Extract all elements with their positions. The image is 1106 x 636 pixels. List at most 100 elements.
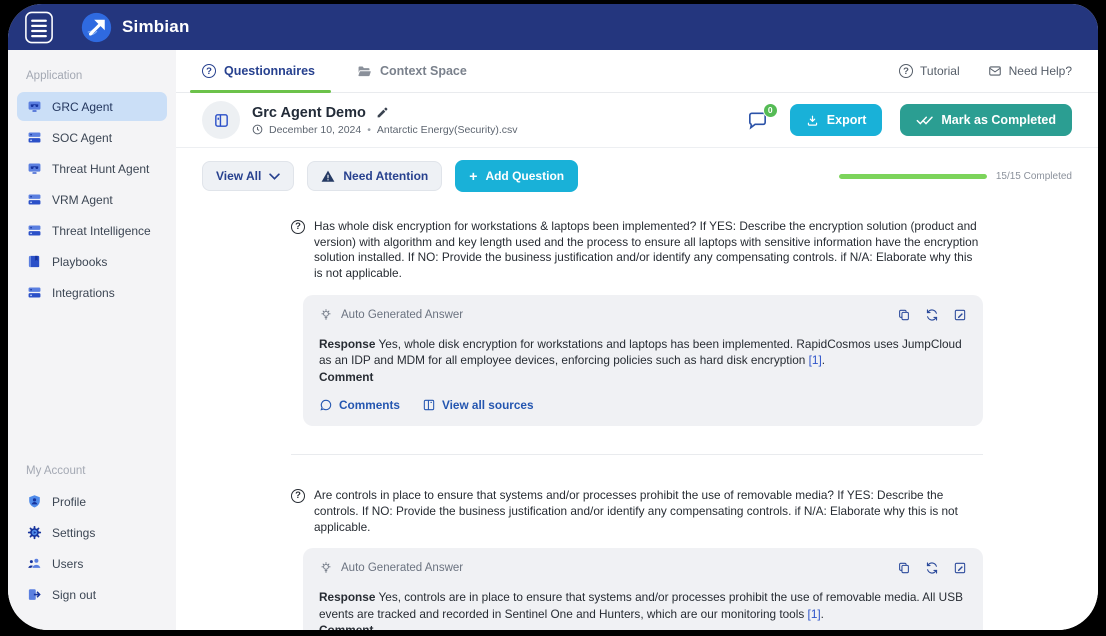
monitor-agent-icon <box>27 99 42 114</box>
chat-count-badge: 0 <box>763 103 778 118</box>
citation-link[interactable]: [1] <box>809 353 822 367</box>
warning-triangle-icon <box>321 170 335 183</box>
question-text: Has whole disk encryption for workstatio… <box>314 219 983 282</box>
server-icon <box>27 223 42 238</box>
edit-answer-icon[interactable] <box>953 561 967 575</box>
need-attention-button[interactable]: Need Attention <box>307 161 442 191</box>
document-date: December 10, 2024 <box>269 124 361 136</box>
tutorial-link[interactable]: ? Tutorial <box>899 64 960 78</box>
plus-icon: + <box>469 168 477 184</box>
sources-book-icon <box>422 398 436 412</box>
sidebar-item-profile[interactable]: Profile <box>17 487 167 516</box>
citation-link[interactable]: [1] <box>808 607 821 621</box>
sign-out-icon <box>27 587 42 602</box>
top-bar: Simbian <box>8 4 1098 50</box>
completion-progress: 15/15 Completed <box>839 171 1072 182</box>
question-circle-icon: ? <box>291 489 305 503</box>
sidebar-item-vrm-agent[interactable]: VRM Agent <box>17 185 167 214</box>
response-label: Response <box>319 337 375 351</box>
edit-pencil-icon[interactable] <box>376 106 389 119</box>
response-label: Response <box>319 590 375 604</box>
brand: Simbian <box>80 11 190 44</box>
sidebar-item-users[interactable]: Users <box>17 549 167 578</box>
comments-link[interactable]: Comments <box>319 398 400 412</box>
tab-questionnaires[interactable]: ? Questionnaires <box>202 50 315 92</box>
chat-button[interactable]: 0 <box>745 109 770 132</box>
question-item: ? Are controls in place to ensure that s… <box>291 488 983 630</box>
export-button[interactable]: Export <box>790 104 883 136</box>
comment-label: Comment <box>319 622 967 630</box>
envelope-icon <box>988 64 1002 78</box>
question-text-row: ? Has whole disk encryption for workstat… <box>291 219 983 282</box>
sidebar: Application GRC Agent SOC Agent Threat H… <box>8 50 176 630</box>
view-all-sources-link[interactable]: View all sources <box>422 398 534 412</box>
question-circle-icon: ? <box>899 64 913 78</box>
sidebar-item-threat-intelligence[interactable]: Threat Intelligence <box>17 216 167 245</box>
download-icon <box>806 114 819 127</box>
source-filename: Antarctic Energy(Security).csv <box>377 124 518 136</box>
regenerate-icon[interactable] <box>925 561 939 575</box>
sidebar-item-label: VRM Agent <box>52 193 113 207</box>
shield-user-icon <box>27 494 42 509</box>
comment-bubble-icon <box>319 398 333 412</box>
sidebar-item-integrations[interactable]: Integrations <box>17 278 167 307</box>
hamburger-menu-icon[interactable] <box>24 11 54 44</box>
gear-icon <box>27 525 42 540</box>
server-icon <box>27 130 42 145</box>
layout-panel-icon <box>213 112 230 129</box>
need-help-link[interactable]: Need Help? <box>988 64 1072 78</box>
question-item: ? Has whole disk encryption for workstat… <box>291 219 983 455</box>
question-circle-icon: ? <box>202 64 216 78</box>
lightbulb-icon <box>319 561 333 575</box>
regenerate-icon[interactable] <box>925 308 939 322</box>
progress-fill <box>839 174 987 179</box>
sidebar-item-playbooks[interactable]: Playbooks <box>17 247 167 276</box>
server-icon <box>27 285 42 300</box>
tab-context-space[interactable]: Context Space <box>357 50 467 92</box>
copy-icon[interactable] <box>897 308 911 322</box>
document-header: Grc Agent Demo December 10, 2024 • Antar… <box>176 93 1098 148</box>
edit-answer-icon[interactable] <box>953 308 967 322</box>
copy-icon[interactable] <box>897 561 911 575</box>
answer-card: Auto Generated Answer <box>303 548 983 630</box>
lightbulb-icon <box>319 308 333 322</box>
tab-label: Questionnaires <box>224 64 315 78</box>
simbian-logo-icon <box>80 11 113 44</box>
question-divider <box>291 454 983 455</box>
monitor-agent-icon <box>27 161 42 176</box>
app-window: Simbian Application GRC Agent SOC Agent <box>8 4 1098 630</box>
clock-icon <box>252 124 263 135</box>
add-question-button[interactable]: + Add Question <box>455 160 578 192</box>
document-avatar <box>202 101 240 139</box>
sidebar-item-settings[interactable]: Settings <box>17 518 167 547</box>
sidebar-item-sign-out[interactable]: Sign out <box>17 580 167 609</box>
sidebar-item-label: Playbooks <box>52 255 107 269</box>
tab-label: Context Space <box>380 64 467 78</box>
sidebar-section-my-account: My Account <box>8 453 176 486</box>
double-check-icon <box>916 114 933 126</box>
sidebar-section-application: Application <box>8 58 176 91</box>
view-all-dropdown[interactable]: View All <box>202 161 294 191</box>
sidebar-item-threat-hunt-agent[interactable]: Threat Hunt Agent <box>17 154 167 183</box>
sidebar-item-label: Integrations <box>52 286 115 300</box>
response-text: Yes, whole disk encryption for workstati… <box>319 337 962 368</box>
sidebar-item-label: Threat Intelligence <box>52 224 151 238</box>
sidebar-item-grc-agent[interactable]: GRC Agent <box>17 92 167 121</box>
mark-as-completed-button[interactable]: Mark as Completed <box>900 104 1072 136</box>
question-text: Are controls in place to ensure that sys… <box>314 488 983 535</box>
sidebar-item-soc-agent[interactable]: SOC Agent <box>17 123 167 152</box>
sidebar-item-label: Settings <box>52 526 95 540</box>
progress-bar <box>839 174 987 179</box>
main-panel: ? Questionnaires Context Space ? Tutoria… <box>176 50 1098 630</box>
users-icon <box>27 556 42 571</box>
server-icon <box>27 192 42 207</box>
filter-toolbar: View All Need Attention + Add Question <box>176 148 1098 203</box>
sidebar-item-label: GRC Agent <box>52 100 113 114</box>
question-list: ? Has whole disk encryption for workstat… <box>176 203 1098 630</box>
response-text: Yes, controls are in place to ensure tha… <box>319 590 963 621</box>
dot-separator: • <box>367 124 371 136</box>
answer-header-label: Auto Generated Answer <box>341 309 463 321</box>
chevron-down-icon <box>269 173 280 180</box>
comment-label: Comment <box>319 369 967 386</box>
book-icon <box>27 254 42 269</box>
